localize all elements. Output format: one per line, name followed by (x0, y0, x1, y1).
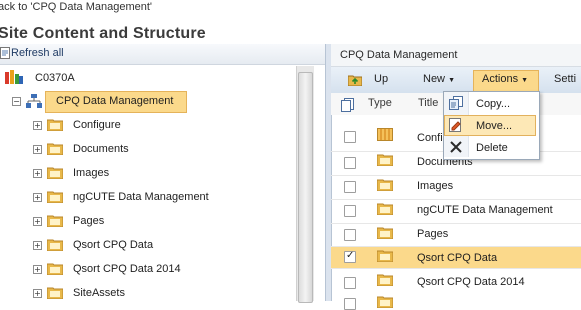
folder-icon (47, 119, 63, 131)
refresh-all-link[interactable]: Refresh all (11, 47, 64, 59)
tree-item-pages[interactable]: Pages (73, 215, 104, 227)
new-button[interactable]: New ▼ (423, 73, 455, 85)
folder-icon (377, 227, 393, 239)
folder-icon (47, 215, 63, 227)
folder-icon (47, 287, 63, 299)
row-divider (331, 223, 581, 224)
tree-item-documents[interactable]: Documents (73, 143, 129, 155)
tree-item-qsort-2014[interactable]: Qsort CPQ Data 2014 (73, 263, 181, 275)
actions-button-text[interactable]: Actions ▼ (482, 73, 528, 85)
row-divider (331, 175, 581, 176)
site-collection-icon (5, 70, 23, 84)
expand-toggle[interactable]: + (33, 265, 42, 274)
folder-icon (377, 274, 393, 286)
site-icon (26, 94, 42, 108)
expand-toggle[interactable]: + (33, 193, 42, 202)
row-checkbox[interactable] (344, 205, 356, 217)
folder-icon (377, 250, 393, 262)
folder-icon (47, 239, 63, 251)
folder-icon (47, 263, 63, 275)
row-checkbox[interactable] (344, 298, 356, 310)
list-icon (377, 128, 393, 141)
chevron-down-icon: ▼ (448, 77, 456, 84)
expand-toggle[interactable]: + (33, 169, 42, 178)
row-title[interactable]: Confi (417, 132, 443, 144)
tree-scrollbar-thumb[interactable] (298, 72, 313, 303)
expand-toggle[interactable]: + (33, 145, 42, 154)
menu-item-delete[interactable]: Delete (476, 142, 508, 154)
refresh-icon[interactable] (0, 47, 10, 59)
tree-item-siteassets[interactable]: SiteAssets (73, 287, 125, 299)
column-type[interactable]: Type (368, 97, 392, 109)
row-title[interactable]: ngCUTE Data Management (417, 204, 553, 216)
tree-item-qsort[interactable]: Qsort CPQ Data (73, 239, 153, 251)
folder-icon (377, 154, 393, 166)
actions-label: Actions (482, 73, 519, 85)
row-title[interactable]: Qsort CPQ Data (417, 252, 497, 264)
checkmark-icon: ✓ (346, 250, 355, 261)
select-all-icon[interactable] (341, 98, 354, 112)
expand-toggle[interactable]: + (33, 241, 42, 250)
folder-icon (377, 203, 393, 215)
move-icon (449, 118, 461, 132)
row-title[interactable]: Qsort CPQ Data 2014 (417, 276, 525, 288)
tree-item-images[interactable]: Images (73, 167, 109, 179)
new-label: New (423, 73, 446, 85)
row-divider (331, 268, 581, 269)
chevron-down-icon: ▼ (521, 77, 529, 84)
menu-item-move[interactable]: Move... (476, 120, 512, 132)
list-toolbar (331, 67, 581, 94)
tree-item-ngcute[interactable]: ngCUTE Data Management (73, 191, 209, 203)
right-pane-title: CPQ Data Management (340, 49, 458, 61)
up-folder-icon[interactable] (348, 73, 362, 86)
folder-icon (47, 191, 63, 203)
folder-icon (377, 296, 393, 308)
column-title[interactable]: Title (418, 97, 438, 109)
delete-icon (450, 141, 462, 153)
expand-toggle[interactable]: + (33, 217, 42, 226)
menu-item-copy[interactable]: Copy... (476, 98, 510, 110)
collapse-toggle-cpq[interactable]: − (12, 97, 21, 106)
tree-root-label[interactable]: C0370A (35, 72, 75, 84)
folder-icon (47, 143, 63, 155)
row-checkbox[interactable] (344, 229, 356, 241)
row-divider (331, 199, 581, 200)
expand-toggle[interactable]: + (33, 121, 42, 130)
settings-button[interactable]: Setti (554, 73, 576, 85)
tree-item-configure[interactable]: Configure (73, 119, 121, 131)
row-title[interactable]: Images (417, 180, 453, 192)
folder-icon (377, 179, 393, 191)
row-divider (331, 246, 581, 247)
row-checkbox[interactable] (344, 181, 356, 193)
expand-toggle[interactable]: + (33, 289, 42, 298)
copy-icon (449, 96, 463, 110)
row-checkbox[interactable] (344, 277, 356, 289)
folder-icon (47, 167, 63, 179)
row-title[interactable]: Pages (417, 228, 448, 240)
tree-selected-label[interactable]: CPQ Data Management (56, 95, 173, 107)
row-checkbox-checked[interactable]: ✓ (344, 250, 356, 263)
row-checkbox[interactable] (344, 157, 356, 169)
page-title: Site Content and Structure (0, 25, 206, 42)
back-link[interactable]: ack to 'CPQ Data Management' (0, 1, 152, 13)
up-button[interactable]: Up (374, 73, 388, 85)
row-checkbox[interactable] (344, 131, 356, 143)
